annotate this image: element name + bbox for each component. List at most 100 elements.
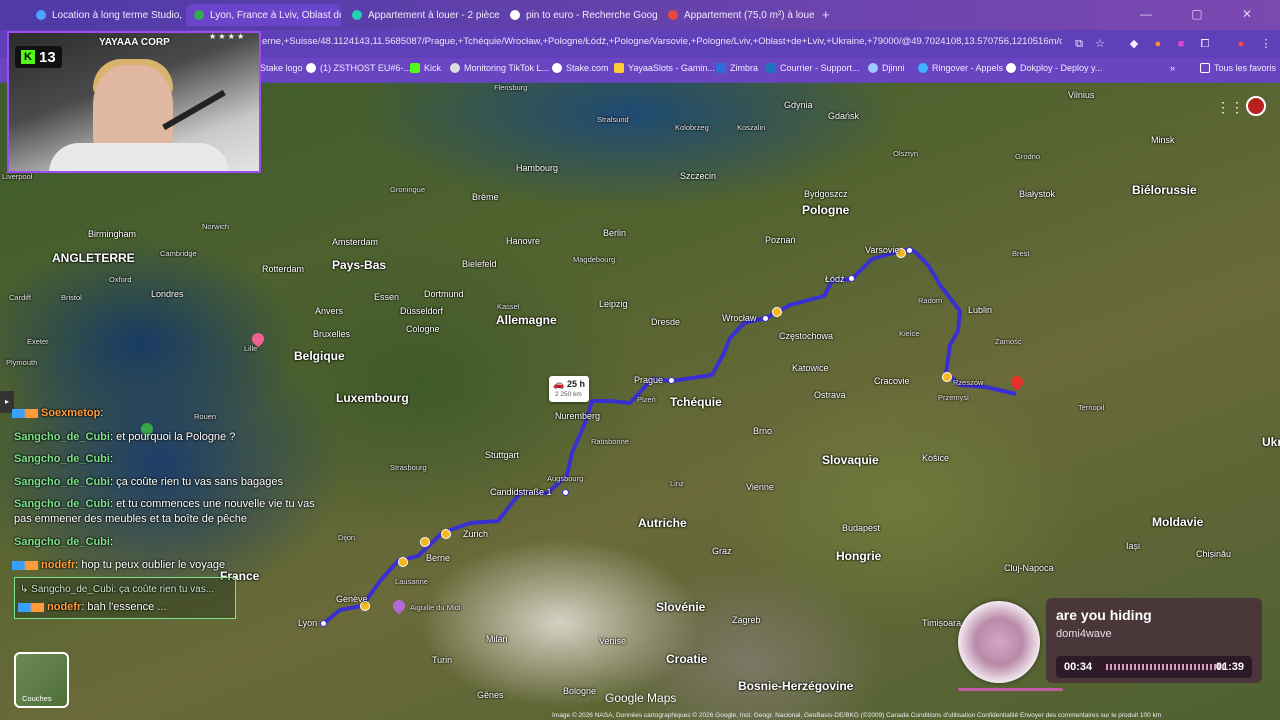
url-field[interactable]: erne,+Suisse/48.1124143,11.5685087/Pragu…: [262, 36, 1062, 47]
waypoint-marker[interactable]: [906, 247, 913, 254]
tab-location-studio[interactable]: Location à long terme Studio, 3 ✕: [28, 4, 183, 26]
city-label: Iași: [1126, 541, 1141, 551]
fuel-station-icon[interactable]: [441, 529, 451, 539]
tab-appartement-75m2[interactable]: Appartement (75,0 m²) à louer ✕: [660, 4, 815, 26]
city-label: Budapest: [842, 523, 881, 533]
country-label: ANGLETERRE: [52, 251, 135, 265]
waypoint-marker[interactable]: [668, 377, 675, 384]
chat-text: : ça coûte rien tu vas...: [113, 584, 215, 595]
bookmark-item[interactable]: Stake.com: [552, 63, 609, 73]
bookmark-star-icon[interactable]: ☆: [1093, 37, 1107, 51]
city-label: Bydgoszcz: [804, 189, 848, 199]
bookmarks-overflow-button[interactable]: »: [1170, 63, 1175, 73]
city-label: Milan: [486, 634, 508, 644]
menu-kebab-icon[interactable]: ⋮: [1259, 37, 1273, 51]
bookmark-label: YayaaSlots - Gamin...: [628, 63, 715, 73]
track-artist: domi4wave: [1056, 628, 1112, 640]
city-label: Katowice: [792, 363, 829, 373]
chat-text: :: [109, 453, 114, 465]
tab-label: Appartement à louer - 2 pièces: [368, 9, 499, 21]
chat-username: Sangcho_de_Cubi: [14, 431, 110, 443]
extension-icon[interactable]: ■: [1174, 37, 1188, 51]
city-label: Białystok: [1019, 189, 1056, 199]
window-controls[interactable]: — ▢ ✕: [1140, 7, 1270, 21]
extension-icon[interactable]: ◆: [1127, 37, 1141, 51]
layers-button[interactable]: Couches: [14, 652, 69, 708]
route-duration-badge[interactable]: 🚗 25 h 2 250 km: [549, 376, 589, 402]
city-label: Oxford: [109, 275, 132, 284]
city-label: Cologne: [406, 324, 440, 334]
chat-message: nodefr: hop tu peux oublier le voyage: [12, 558, 342, 573]
chat-username: Sangcho_de_Cubi: [14, 476, 110, 488]
tab-google-search[interactable]: pin to euro - Recherche Google ✕: [502, 4, 657, 26]
fuel-station-icon[interactable]: [398, 557, 408, 567]
maps-favicon-icon: [194, 10, 204, 20]
chat-badges-icon: [12, 560, 38, 570]
city-label: Aiguille du Midi: [410, 603, 461, 612]
bookmark-item[interactable]: Dokploy - Deploy y...: [1006, 63, 1102, 73]
city-label: Nuremberg: [555, 411, 601, 421]
waypoint-marker[interactable]: [848, 275, 855, 282]
google-favicon-icon: [510, 10, 520, 20]
city-label: Poznań: [765, 235, 796, 245]
city-label: Dortmund: [424, 289, 464, 299]
tab-label: Lyon, France à Lviv, Oblast de L: [210, 9, 341, 21]
bookmark-item[interactable]: Ringover - Appels: [918, 63, 1003, 73]
bookmark-item[interactable]: Courrier - Support...: [766, 63, 860, 73]
city-label: Gdańsk: [828, 111, 860, 121]
city-label: Brême: [472, 192, 499, 202]
install-app-icon[interactable]: ⧉: [1072, 37, 1086, 51]
chat-message: Sangcho_de_Cubi: et pourquoi la Pologne …: [14, 430, 344, 445]
city-label: Koszalin: [737, 123, 766, 132]
bookmark-item[interactable]: Monitoring TikTok L...: [450, 63, 549, 73]
extensions-puzzle-icon[interactable]: ⧠: [1198, 37, 1212, 51]
tab-google-maps[interactable]: Lyon, France à Lviv, Oblast de L ✕: [186, 4, 341, 26]
city-label: Ratisbonne: [591, 437, 629, 446]
city-label: Anvers: [315, 306, 344, 316]
bookmark-favicon-icon: [614, 63, 624, 73]
city-label: Brno: [753, 426, 773, 436]
city-label: Vienne: [746, 482, 774, 492]
waveform-icon: [1106, 664, 1226, 670]
account-avatar[interactable]: [1246, 96, 1266, 116]
viewer-count-badge: K 13: [15, 46, 62, 68]
new-tab-button[interactable]: +: [822, 7, 830, 22]
bookmark-item[interactable]: Stake logo: [260, 63, 303, 73]
fuel-station-icon[interactable]: [772, 307, 782, 317]
chat-message: Sangcho_de_Cubi:: [14, 452, 344, 467]
route-distance: 2 250 km: [555, 391, 582, 398]
bookmark-label: Stake logo: [260, 63, 303, 73]
city-label: Norwich: [202, 222, 230, 231]
city-label: Grodno: [1015, 152, 1041, 161]
city-label: Cluj-Napoca: [1004, 563, 1054, 573]
city-label: Zagreb: [732, 615, 761, 625]
city-label: Hanovre: [506, 236, 541, 246]
fuel-station-icon[interactable]: [420, 537, 430, 547]
city-label: Bristol: [61, 293, 82, 302]
country-label: Belgique: [294, 349, 345, 363]
chat-message: Sangcho_de_Cubi: et tu commences une nou…: [14, 497, 334, 527]
tab-label: Appartement (75,0 m²) à louer: [684, 9, 815, 21]
city-label: Kolobrzeg: [675, 123, 709, 132]
mail-icon: [766, 63, 776, 73]
city-label: Kielce: [899, 329, 920, 338]
bookmark-label: Monitoring TikTok L...: [464, 63, 550, 73]
city-label: Kassel: [497, 302, 520, 311]
bookmark-item[interactable]: Djinni: [868, 63, 905, 73]
extension-icon[interactable]: ●: [1151, 37, 1165, 51]
profile-icon[interactable]: ●: [1234, 37, 1248, 51]
bookmark-item[interactable]: Zimbra: [716, 63, 758, 73]
bookmark-item[interactable]: YayaaSlots - Gamin...: [614, 63, 715, 73]
all-bookmarks-button[interactable]: Tous les favoris: [1200, 63, 1276, 73]
waypoint-marker[interactable]: [762, 315, 769, 322]
decoration-stars: ★ ★ ★ ★: [209, 32, 245, 41]
chat-username: Sangcho_de_Cubi: [14, 498, 110, 510]
bookmark-item[interactable]: Kick: [410, 63, 441, 73]
tab-appartement-2-pieces[interactable]: Appartement à louer - 2 pièces ✕: [344, 4, 499, 26]
bookmark-item[interactable]: (1) ZSTHOST EU#6-...: [306, 63, 411, 73]
waypoint-marker[interactable]: [320, 620, 327, 627]
waypoint-marker[interactable]: [562, 489, 569, 496]
fuel-station-icon[interactable]: [942, 372, 952, 382]
city-label: Vilnius: [1068, 90, 1095, 100]
city-label: Prague: [634, 375, 664, 385]
